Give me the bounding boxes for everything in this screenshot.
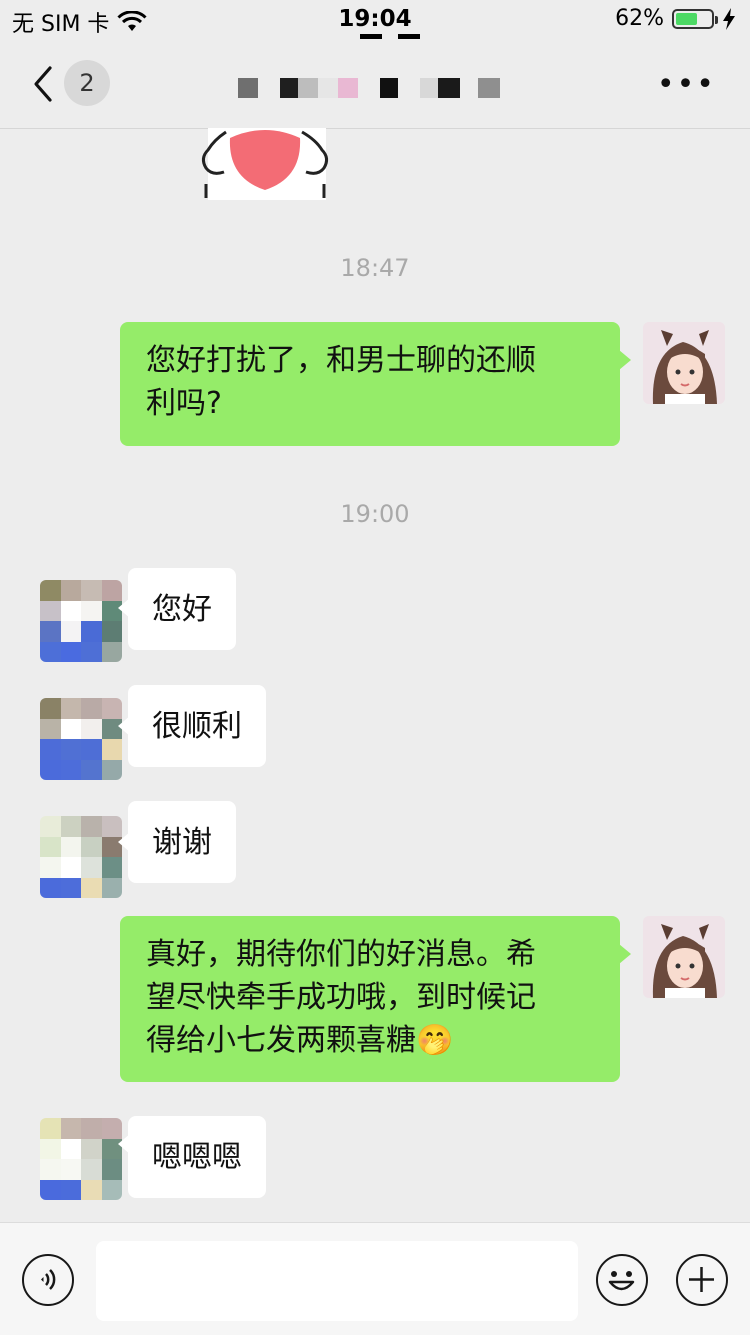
chat-header: 2 •••	[0, 40, 750, 129]
battery-percent: 62%	[615, 6, 664, 31]
message-text-line: 利吗?	[146, 386, 222, 421]
battery-tip	[715, 15, 718, 24]
message-text: 得给小七发两颗喜糖	[146, 1023, 416, 1058]
contact-avatar-blurred[interactable]	[40, 816, 122, 898]
chat-title-blurred	[238, 78, 500, 100]
input-bar	[0, 1222, 750, 1335]
voice-icon[interactable]	[22, 1254, 74, 1306]
timestamp: 18:47	[340, 254, 410, 282]
timestamp: 19:00	[340, 500, 410, 528]
message-text-line: 望尽快牵手成功哦，到时候记	[146, 980, 536, 1015]
contact-avatar-blurred[interactable]	[40, 1118, 122, 1200]
heart-sticker-icon	[201, 128, 329, 200]
message-text-line: 您好打扰了，和男士聊的还顺	[146, 343, 536, 378]
my-avatar[interactable]	[643, 322, 725, 404]
message-text-line-with-emoji: 得给小七发两颗喜糖🤭	[146, 1019, 594, 1062]
contact-avatar-blurred[interactable]	[40, 580, 122, 662]
message-text: 嗯嗯嗯	[152, 1140, 242, 1175]
battery-icon	[672, 8, 718, 29]
message-text: 很顺利	[152, 709, 242, 744]
sticker-message[interactable]	[190, 128, 340, 200]
bubble-tail	[619, 944, 631, 964]
more-options-button[interactable]: •••	[657, 70, 716, 100]
smiley-icon[interactable]	[596, 1254, 648, 1306]
charging-bolt-icon	[723, 7, 735, 30]
shushing-face-emoji: 🤭	[416, 1023, 454, 1058]
status-bar: 无 SIM 卡 19:04 62%	[0, 0, 750, 40]
message-text: 您好	[152, 592, 212, 627]
contact-avatar-blurred[interactable]	[40, 698, 122, 780]
plus-icon[interactable]	[676, 1254, 728, 1306]
time-underline	[398, 34, 420, 39]
my-avatar[interactable]	[643, 916, 725, 998]
contact-message-bubble[interactable]: 很顺利	[128, 685, 266, 767]
time-underline	[360, 34, 382, 39]
message-text: 谢谢	[152, 825, 212, 860]
contact-message-bubble[interactable]: 嗯嗯嗯	[128, 1116, 266, 1198]
my-message-bubble[interactable]: 真好，期待你们的好消息。希 望尽快牵手成功哦，到时候记 得给小七发两颗喜糖🤭	[120, 916, 620, 1082]
message-text-line: 真好，期待你们的好消息。希	[146, 937, 536, 972]
contact-message-bubble[interactable]: 谢谢	[128, 801, 236, 883]
battery-fill	[676, 12, 698, 25]
battery-group: 62%	[615, 6, 736, 31]
unread-count-badge[interactable]: 2	[64, 60, 110, 106]
my-message-bubble[interactable]: 您好打扰了，和男士聊的还顺 利吗?	[120, 322, 620, 446]
message-input[interactable]	[96, 1241, 578, 1321]
bubble-tail	[619, 350, 631, 370]
chevron-left-icon[interactable]	[30, 64, 60, 104]
contact-message-bubble[interactable]: 您好	[128, 568, 236, 650]
